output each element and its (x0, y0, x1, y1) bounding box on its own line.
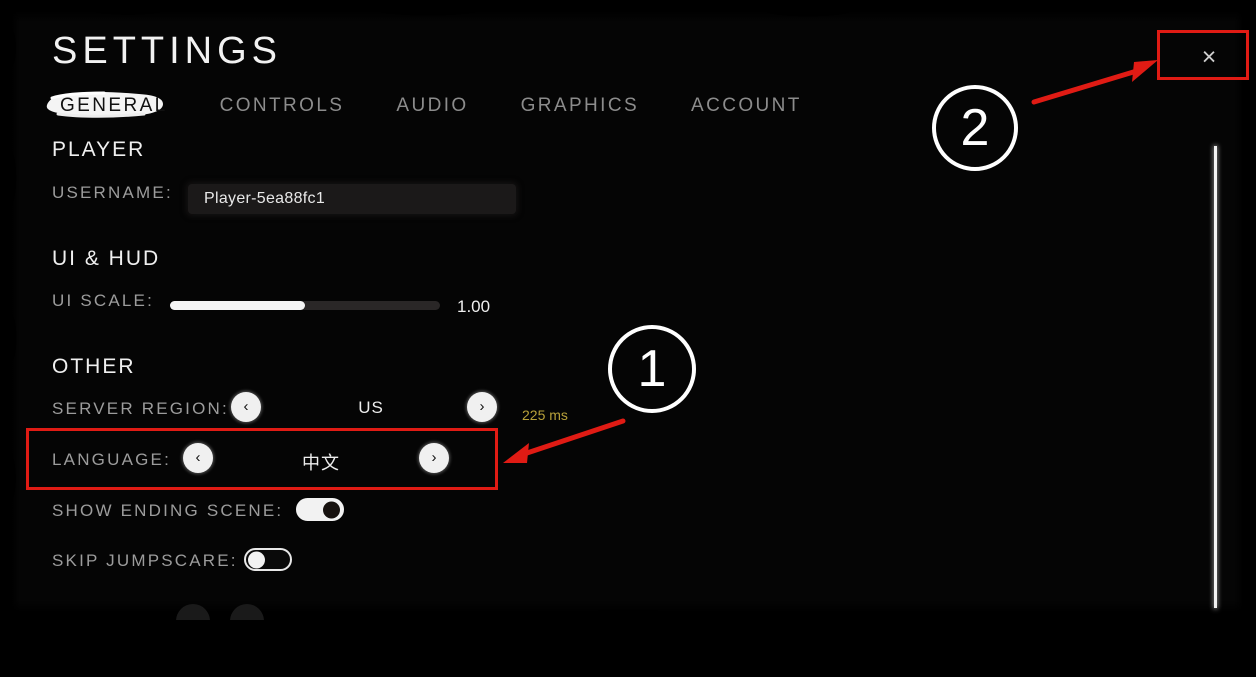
ui-scale-value: 1.00 (457, 297, 491, 316)
tab-general[interactable]: GENERAL (46, 91, 176, 120)
server-region-next-button[interactable]: › (467, 392, 497, 422)
skip-jumpscare-toggle[interactable] (244, 548, 292, 571)
skip-jumpscare-label: SKIP JUMPSCARE: (52, 551, 238, 570)
tab-bar: GENERAL CONTROLS AUDIO GRAPHICS ACCOUNT (46, 91, 810, 120)
toggle-knob (323, 501, 340, 518)
panel-edge-right (1234, 8, 1248, 620)
annotation-rect-language (26, 428, 498, 490)
tab-controls[interactable]: CONTROLS (212, 92, 353, 120)
annotation-marker-two-label: 2 (960, 99, 990, 157)
annotation-marker-two: 2 (932, 85, 1018, 171)
tab-audio[interactable]: AUDIO (388, 92, 476, 120)
section-title-player: PLAYER (52, 138, 146, 161)
next-row-next-button[interactable] (230, 604, 264, 620)
tab-graphics-label: GRAPHICS (520, 95, 640, 116)
scrollbar[interactable] (1214, 146, 1217, 608)
next-row-prev-button[interactable] (176, 604, 210, 620)
tab-controls-label: CONTROLS (219, 95, 345, 116)
server-ping-value: 225 ms (522, 407, 568, 423)
toggle-knob (248, 551, 265, 568)
show-ending-scene-toggle[interactable] (296, 498, 344, 521)
panel-edge-left (8, 8, 20, 620)
annotation-marker-one-label: 1 (637, 340, 667, 398)
ui-scale-fill (170, 301, 305, 310)
section-title-other: OTHER (52, 355, 136, 378)
ui-scale-slider[interactable] (170, 301, 440, 310)
tab-graphics[interactable]: GRAPHICS (513, 92, 647, 120)
tab-account-label: ACCOUNT (691, 95, 802, 116)
page-title: SETTINGS (52, 30, 283, 72)
tab-general-label: GENERAL (60, 95, 168, 116)
settings-dialog: SETTINGS × GENERAL CONTROLS AUDIO GRAPHI… (8, 8, 1248, 620)
annotation-marker-one: 1 (608, 325, 696, 413)
panel-edge-top (8, 8, 1248, 22)
annotation-rect-close (1157, 30, 1249, 80)
username-label: USERNAME: (52, 183, 173, 202)
server-region-label: SERVER REGION: (52, 399, 229, 418)
server-region-prev-button[interactable]: ‹ (231, 392, 261, 422)
server-region-value: US (358, 398, 384, 417)
show-ending-scene-label: SHOW ENDING SCENE: (52, 501, 284, 520)
ui-scale-label: UI SCALE: (52, 291, 154, 310)
tab-account[interactable]: ACCOUNT (683, 92, 810, 120)
username-value: Player-5ea88fc1 (204, 190, 326, 207)
tab-audio-label: AUDIO (396, 95, 469, 116)
section-title-ui-hud: UI & HUD (52, 247, 161, 270)
